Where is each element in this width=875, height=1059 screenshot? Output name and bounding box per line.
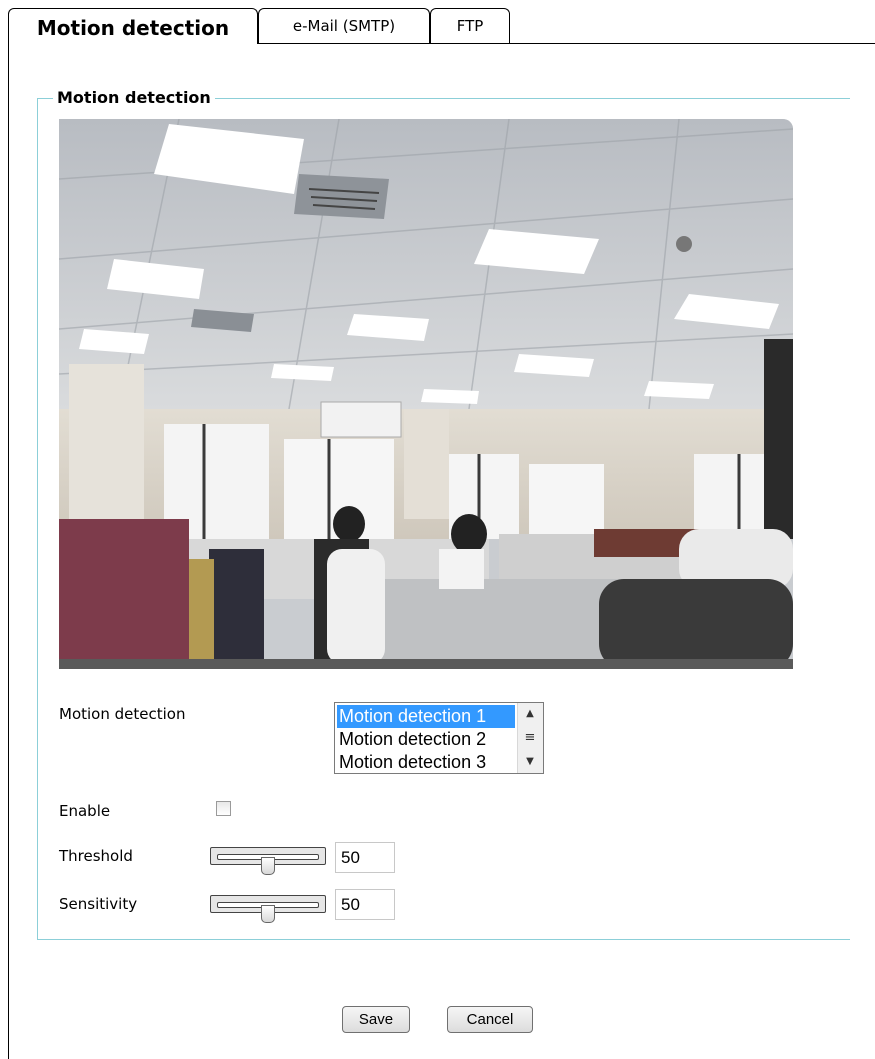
- listbox-option-2[interactable]: Motion detection 2: [337, 728, 515, 751]
- threshold-slider[interactable]: [210, 847, 326, 875]
- save-button[interactable]: Save: [342, 1006, 410, 1033]
- scroll-grip-icon[interactable]: ≡: [520, 728, 540, 748]
- cancel-button[interactable]: Cancel: [447, 1006, 533, 1033]
- sensitivity-label: Sensitivity: [59, 895, 138, 913]
- sensitivity-input[interactable]: 50: [335, 889, 395, 920]
- enable-checkbox[interactable]: [216, 801, 231, 816]
- tab-email-smtp[interactable]: e-Mail (SMTP): [258, 8, 430, 43]
- camera-preview: [59, 119, 793, 669]
- slider-thumb[interactable]: [261, 857, 275, 875]
- listbox-option-1[interactable]: Motion detection 1: [337, 705, 515, 728]
- threshold-input[interactable]: 50: [335, 842, 395, 873]
- listbox-option-3[interactable]: Motion detection 3: [337, 751, 515, 773]
- motion-detection-listbox[interactable]: Motion detection 1 Motion detection 2 Mo…: [334, 702, 544, 774]
- enable-label: Enable: [59, 802, 111, 820]
- fieldset-legend: Motion detection: [53, 88, 215, 108]
- scroll-up-icon[interactable]: ▲: [520, 704, 540, 724]
- slider-thumb[interactable]: [261, 905, 275, 923]
- scroll-down-icon[interactable]: ▼: [520, 752, 540, 772]
- tab-ftp[interactable]: FTP: [430, 8, 510, 43]
- tab-motion-detection[interactable]: Motion detection: [8, 8, 258, 44]
- panel-border: [8, 43, 9, 1059]
- threshold-label: Threshold: [59, 847, 133, 865]
- listbox-scrollbar[interactable]: ▲ ≡ ▼: [517, 703, 543, 773]
- sensitivity-slider[interactable]: [210, 895, 326, 923]
- motion-detection-label: Motion detection: [59, 705, 186, 723]
- tab-bar-divider: [258, 43, 875, 44]
